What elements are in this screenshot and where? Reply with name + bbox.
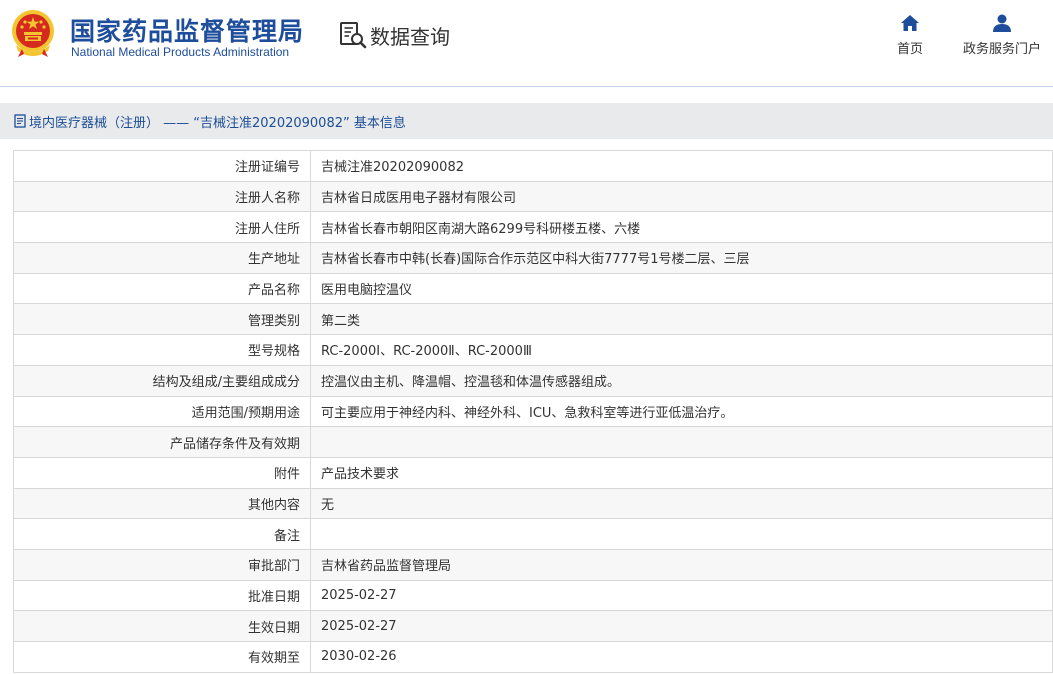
table-row: 生效日期 2025-02-27: [13, 610, 1053, 642]
field-value: 吉林省长春市中韩(长春)国际合作示范区中科大街7777号1号楼二层、三层: [310, 242, 1053, 274]
site-header: 国家药品监督管理局 National Medical Products Admi…: [0, 0, 1053, 87]
data-query-link[interactable]: 数据查询: [338, 20, 450, 50]
table-row: 注册人住所 吉林省长春市朝阳区南湖大路6299号科研楼五楼、六楼: [13, 211, 1053, 244]
breadcrumb: 境内医疗器械（注册） —— “吉械注准20202090082” 基本信息: [0, 103, 1053, 139]
document-search-icon: [340, 22, 367, 49]
field-value: 第二类: [310, 303, 1053, 336]
field-value: 无: [310, 487, 1053, 520]
field-label: 审批部门: [13, 548, 311, 581]
breadcrumb-text: 境内医疗器械（注册） —— “吉械注准20202090082” 基本信息: [29, 115, 406, 131]
field-value: 2025-02-27: [310, 610, 1053, 642]
nav-home[interactable]: 首页: [897, 14, 923, 57]
table-row: 型号规格 RC-2000Ⅰ、RC-2000Ⅱ、RC-2000Ⅲ: [13, 334, 1053, 366]
document-icon: [14, 114, 26, 128]
table-row: 适用范围/预期用途 可主要应用于神经内科、神经外科、ICU、急救科室等进行亚低温治…: [13, 395, 1053, 428]
table-row: 结构及组成/主要组成成分 控温仪由主机、降温帽、控温毯和体温传感器组成。: [13, 364, 1053, 397]
table-row: 批准日期 2025-02-27: [13, 579, 1053, 612]
field-label: 有效期至: [13, 641, 311, 673]
field-value: RC-2000Ⅰ、RC-2000Ⅱ、RC-2000Ⅲ: [310, 334, 1053, 366]
field-label: 结构及组成/主要组成成分: [13, 364, 311, 397]
table-row: 附件 产品技术要求: [13, 456, 1053, 489]
table-row: 注册证编号 吉械注准20202090082: [13, 150, 1053, 182]
agency-name-cn: 国家药品监督管理局: [70, 17, 305, 46]
field-label: 生效日期: [13, 610, 311, 642]
home-icon: [901, 15, 919, 31]
field-label: 批准日期: [13, 579, 311, 612]
nav-gov-service-label: 政务服务门户: [963, 42, 1042, 57]
field-value: 控温仪由主机、降温帽、控温毯和体温传感器组成。: [310, 364, 1053, 397]
field-label: 其他内容: [13, 487, 311, 520]
field-value: 2025-02-27: [310, 579, 1053, 612]
field-value: [310, 426, 1053, 458]
field-label: 备注: [13, 518, 311, 550]
field-value: 吉械注准20202090082: [310, 150, 1053, 182]
agency-name-en: National Medical Products Administration: [71, 45, 290, 59]
user-icon: [993, 14, 1011, 32]
field-label: 注册证编号: [13, 150, 311, 182]
data-query-label: 数据查询: [370, 24, 450, 49]
field-value: 医用电脑控温仪: [310, 272, 1053, 305]
field-value: 吉林省药品监督管理局: [310, 548, 1053, 581]
field-label: 生产地址: [13, 242, 311, 274]
field-label: 注册人住所: [13, 211, 311, 244]
table-row: 备注: [13, 518, 1053, 550]
registration-info-table: 注册证编号 吉械注准20202090082 注册人名称 吉林省日成医用电子器材有限公司…: [13, 150, 1053, 673]
table-row: 注册人名称 吉林省日成医用电子器材有限公司: [13, 180, 1053, 213]
field-label: 产品储存条件及有效期: [13, 426, 311, 458]
table-row: 生产地址 吉林省长春市中韩(长春)国际合作示范区中科大街7777号1号楼二层、三层: [13, 242, 1053, 274]
field-value: 2030-02-26: [310, 641, 1053, 673]
table-row: 产品名称 医用电脑控温仪: [13, 272, 1053, 305]
table-row: 有效期至 2030-02-26: [13, 641, 1053, 673]
field-label: 注册人名称: [13, 180, 311, 213]
table-row: 其他内容无: [13, 487, 1053, 520]
field-value: 吉林省长春市朝阳区南湖大路6299号科研楼五楼、六楼: [310, 211, 1053, 244]
field-value: 吉林省日成医用电子器材有限公司: [310, 180, 1053, 213]
table-row: 管理类别 第二类: [13, 303, 1053, 336]
field-value: 产品技术要求: [310, 456, 1053, 489]
table-row: 审批部门 吉林省药品监督管理局: [13, 548, 1053, 581]
field-label: 管理类别: [13, 303, 311, 336]
field-label: 适用范围/预期用途: [13, 395, 311, 428]
nav-gov-service-portal[interactable]: 政务服务门户: [963, 14, 1041, 57]
field-label: 附件: [13, 456, 311, 489]
field-label: 型号规格: [13, 334, 311, 366]
field-value: 可主要应用于神经内科、神经外科、ICU、急救科室等进行亚低温治疗。: [310, 395, 1053, 428]
field-value: [310, 518, 1053, 550]
table-row: 产品储存条件及有效期: [13, 426, 1053, 458]
field-label: 产品名称: [13, 272, 311, 305]
nav-home-label: 首页: [897, 42, 924, 57]
national-emblem-icon: [12, 10, 54, 57]
